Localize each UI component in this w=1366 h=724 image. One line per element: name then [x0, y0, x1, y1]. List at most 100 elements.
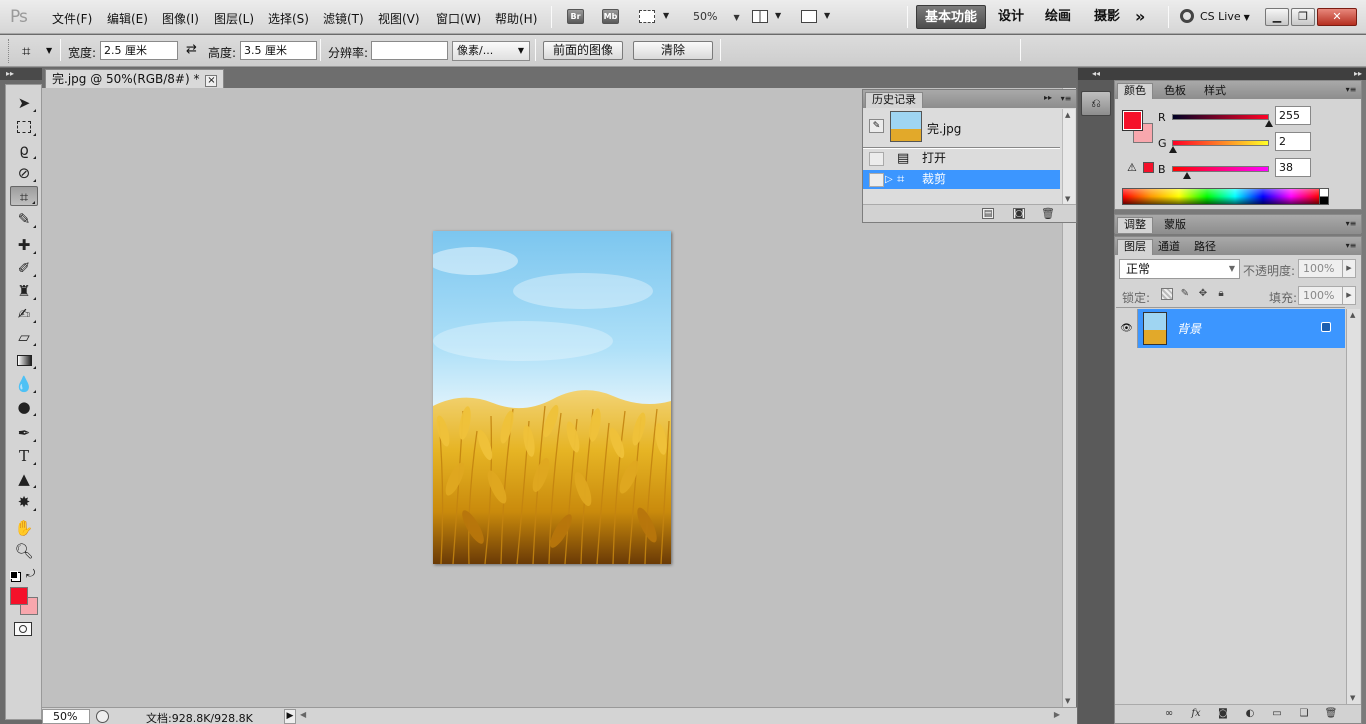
menu-window[interactable]: 窗口(W): [436, 10, 481, 27]
minimize-button[interactable]: ▁: [1265, 8, 1289, 26]
clear-button[interactable]: 清除: [633, 41, 713, 60]
workspace-painting-button[interactable]: 绘画: [1037, 5, 1079, 29]
menu-image[interactable]: 图像(I): [162, 10, 199, 27]
menu-select[interactable]: 选择(S): [268, 10, 309, 27]
tab-masks[interactable]: 蒙版: [1157, 217, 1193, 233]
zoom-tool-icon[interactable]: 🔍︎: [10, 541, 38, 561]
red-slider[interactable]: [1172, 114, 1269, 120]
history-dock-icon[interactable]: ⎌: [1081, 91, 1111, 116]
menu-edit[interactable]: 编辑(E): [107, 10, 148, 27]
new-document-from-state-icon[interactable]: ▤: [982, 208, 994, 219]
document-tab[interactable]: 完.jpg @ 50%(RGB/8#) * ×: [45, 69, 225, 88]
gradient-tool-icon[interactable]: [10, 350, 38, 370]
menu-file[interactable]: 文件(F): [52, 10, 92, 27]
history-brush-source-checkbox[interactable]: [869, 173, 884, 187]
width-field[interactable]: 2.5 厘米: [100, 41, 178, 60]
swap-colors-icon[interactable]: ⤾: [26, 567, 35, 581]
history-step-open[interactable]: ▤ 打开: [863, 149, 1060, 168]
blue-value-field[interactable]: 38: [1275, 158, 1311, 177]
lasso-tool-icon[interactable]: ϱ: [10, 140, 38, 160]
dodge-tool-icon[interactable]: ●: [10, 397, 38, 417]
type-tool-icon[interactable]: T: [10, 446, 38, 466]
menu-view[interactable]: 视图(V): [378, 10, 420, 27]
tab-history[interactable]: 历史记录: [865, 92, 923, 108]
tab-layers[interactable]: 图层: [1117, 239, 1153, 255]
green-slider[interactable]: [1172, 140, 1269, 146]
restore-button[interactable]: ❐: [1291, 8, 1315, 26]
history-brush-source-checkbox[interactable]: [869, 152, 884, 166]
fill-field[interactable]: 100% ▶: [1298, 286, 1356, 305]
path-selection-tool-icon[interactable]: ▲: [10, 469, 38, 489]
green-value-field[interactable]: 2: [1275, 132, 1311, 151]
custom-shape-tool-icon[interactable]: ✸: [10, 492, 38, 512]
spot-healing-brush-icon[interactable]: ✚: [10, 235, 38, 255]
move-tool-icon[interactable]: ➤: [10, 93, 38, 113]
lock-transparent-pixels-icon[interactable]: [1161, 288, 1173, 300]
mini-bridge-button[interactable]: Mb: [602, 9, 619, 24]
quick-selection-tool-icon[interactable]: ⊘: [10, 163, 38, 183]
canvas-horizontal-scrollbar[interactable]: ◀ ▶: [300, 710, 1060, 723]
quick-mask-icon[interactable]: [14, 622, 32, 636]
blur-tool-icon[interactable]: 💧: [10, 374, 38, 394]
panel-menu-icon[interactable]: ▾≡: [1344, 84, 1358, 95]
opacity-field[interactable]: 100% ▶: [1298, 259, 1356, 278]
red-value-field[interactable]: 255: [1275, 106, 1311, 125]
tab-color[interactable]: 颜色: [1117, 83, 1153, 99]
history-brush-icon[interactable]: ✍: [10, 304, 38, 324]
eyedropper-tool-icon[interactable]: ✎: [10, 209, 38, 229]
zoom-level-select[interactable]: 50% ▼: [693, 10, 740, 23]
status-menu-arrow-icon[interactable]: ▶: [284, 709, 296, 724]
red-slider-thumb[interactable]: [1265, 120, 1273, 127]
lock-position-icon[interactable]: ✥: [1197, 288, 1209, 300]
tab-styles[interactable]: 样式: [1197, 83, 1233, 99]
marquee-tool-icon[interactable]: [10, 117, 38, 137]
layer-style-icon[interactable]: fx: [1189, 708, 1203, 720]
panel-menu-icon[interactable]: ▾≡: [1059, 93, 1073, 104]
close-button[interactable]: ✕: [1317, 8, 1357, 26]
workspace-essentials-button[interactable]: 基本功能: [916, 5, 987, 29]
gamut-color-swatch[interactable]: [1143, 162, 1154, 173]
scroll-down-icon[interactable]: ▼: [1350, 694, 1355, 702]
history-brush-source-icon[interactable]: ✎: [869, 119, 884, 133]
dock-collapse-bar[interactable]: ◂◂: [1078, 68, 1114, 80]
front-image-button[interactable]: 前面的图像: [543, 41, 623, 60]
cs-live-button[interactable]: CS Live ▼: [1180, 9, 1250, 23]
color-spectrum-bar[interactable]: [1122, 188, 1320, 205]
scroll-up-icon[interactable]: ▲: [1065, 111, 1070, 119]
scroll-up-icon[interactable]: ▲: [1350, 311, 1355, 319]
arrange-documents-icon[interactable]: [752, 10, 768, 23]
brush-tool-icon[interactable]: ✐: [10, 258, 38, 278]
tab-paths[interactable]: 路径: [1187, 239, 1223, 255]
screen-mode-icon[interactable]: [801, 10, 817, 23]
chevron-down-icon[interactable]: ▼: [824, 11, 830, 20]
bridge-button[interactable]: Br: [567, 9, 584, 24]
delete-layer-icon[interactable]: 🗑︎: [1324, 708, 1338, 720]
height-field[interactable]: 3.5 厘米: [240, 41, 317, 60]
history-snapshot[interactable]: ✎ 完.jpg: [863, 109, 1063, 147]
tool-preset-dropdown-icon[interactable]: ▼: [46, 46, 52, 55]
black-white-swatch[interactable]: [1320, 188, 1329, 205]
panel-menu-icon[interactable]: ▾≡: [1344, 218, 1358, 229]
history-step-crop[interactable]: ▷ ⌗ 裁剪: [863, 170, 1060, 189]
blend-mode-select[interactable]: 正常 ▼: [1119, 259, 1240, 279]
menu-help[interactable]: 帮助(H): [495, 10, 537, 27]
clone-stamp-icon[interactable]: ♜: [10, 281, 38, 301]
new-group-icon[interactable]: ▭: [1270, 708, 1284, 720]
status-zoom-field[interactable]: 50%: [42, 709, 90, 724]
options-grip[interactable]: [8, 39, 10, 63]
lock-image-pixels-icon[interactable]: ✎: [1179, 288, 1191, 300]
crop-tool-icon[interactable]: ⌗: [22, 42, 30, 60]
new-layer-icon[interactable]: ❑: [1297, 708, 1311, 720]
adjustment-layer-icon[interactable]: ◐: [1243, 708, 1257, 720]
history-scrollbar[interactable]: ▲ ▼: [1062, 109, 1075, 205]
extras-icon[interactable]: [639, 10, 655, 23]
document-image[interactable]: [433, 231, 671, 564]
menu-layer[interactable]: 图层(L): [214, 10, 254, 27]
new-snapshot-icon[interactable]: ◙: [1013, 208, 1025, 219]
pen-tool-icon[interactable]: ✒: [10, 423, 38, 443]
foreground-color-swatch[interactable]: [1122, 110, 1143, 131]
resolution-unit-select[interactable]: 像素/... ▼: [452, 41, 530, 61]
delete-state-icon[interactable]: 🗑︎: [1041, 208, 1055, 219]
resolution-field[interactable]: [371, 41, 448, 60]
swap-dimensions-icon[interactable]: ⇄: [186, 42, 197, 57]
